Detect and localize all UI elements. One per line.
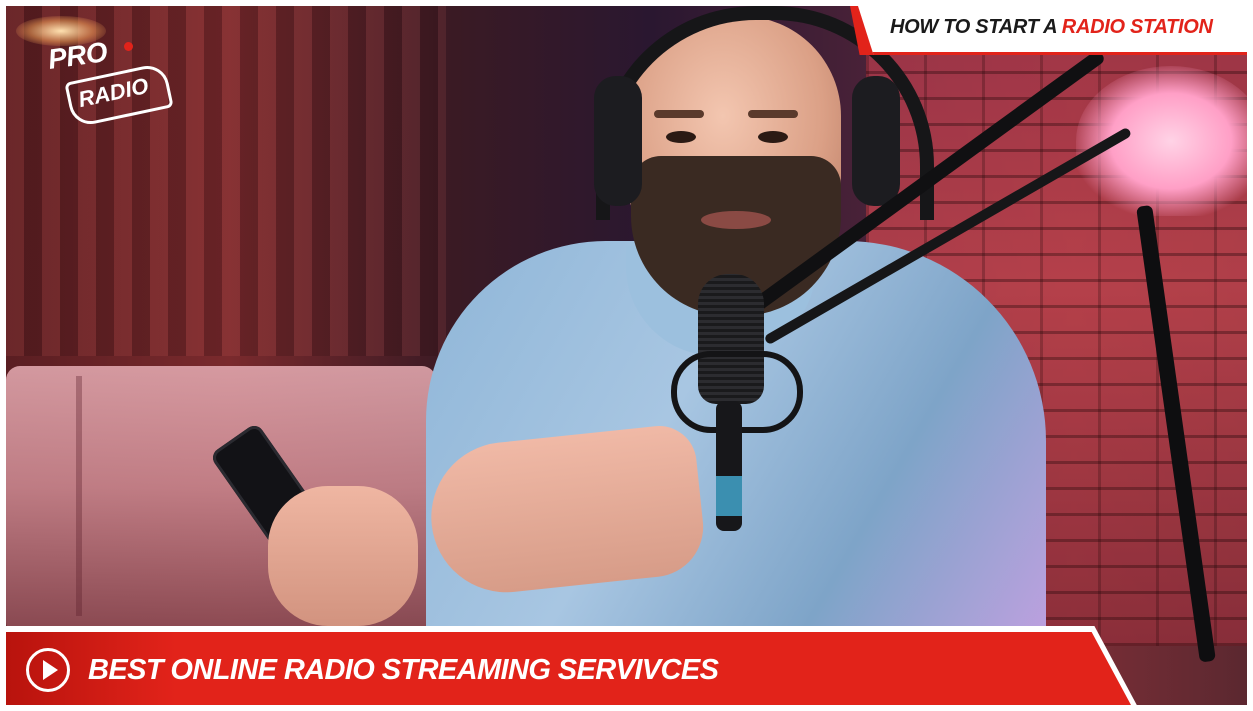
left-earcup <box>594 76 642 206</box>
play-triangle-icon <box>43 660 58 680</box>
hand-holding-phone <box>268 486 418 626</box>
video-title: BEST ONLINE RADIO STREAMING SERVIVCES <box>88 654 719 686</box>
series-title-highlight: RADIO STATION <box>1061 16 1213 38</box>
right-earcup <box>852 76 900 206</box>
boom-arm-post <box>1136 204 1216 663</box>
podcaster <box>6 6 1247 705</box>
thumbnail: PRO RADIO HOW TO START A RADIO STATION B… <box>0 0 1253 711</box>
series-title: HOW TO START A RADIO STATION <box>890 16 1213 39</box>
logo-dot <box>124 42 133 51</box>
series-title-prefix: HOW TO START A <box>890 16 1062 38</box>
pro-radio-logo: PRO RADIO <box>44 36 174 132</box>
background-photo <box>6 6 1247 705</box>
mic-stem-band <box>716 476 742 516</box>
logo-pro-text: PRO <box>46 36 109 75</box>
